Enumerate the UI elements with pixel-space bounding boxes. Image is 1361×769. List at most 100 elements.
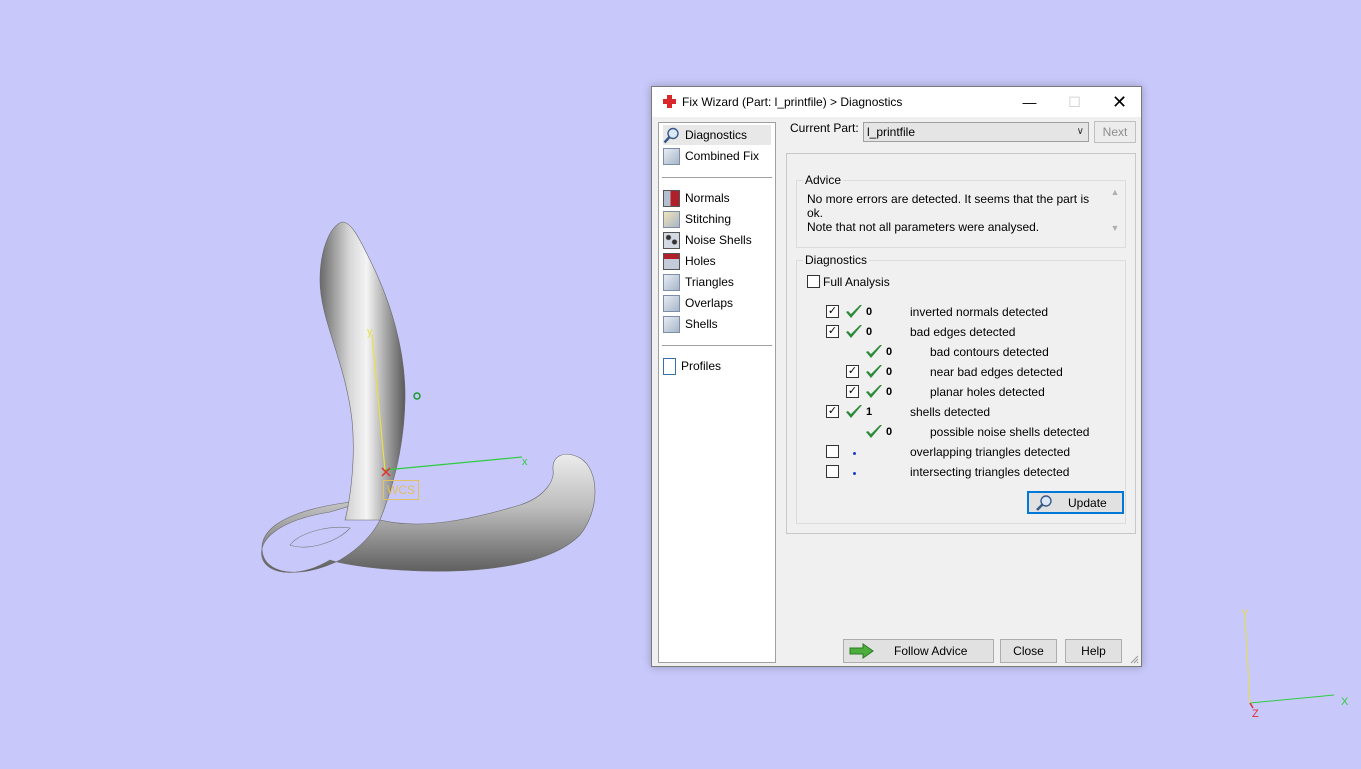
close-button[interactable]: Close [1000, 639, 1057, 663]
nav-item-combined-fix[interactable]: Combined Fix [663, 146, 771, 166]
noise-shells-icon [663, 231, 680, 249]
diagnostic-label: planar holes detected [930, 385, 1045, 399]
nav-item-label: Noise Shells [685, 233, 752, 247]
nav-item-label: Profiles [681, 359, 722, 373]
holes-icon [663, 252, 680, 270]
nav-item-label: Overlaps [685, 296, 734, 310]
maximize-button[interactable]: ☐ [1052, 87, 1097, 117]
pending-dot-icon [853, 452, 856, 455]
diagnostic-count: 1 [866, 406, 873, 418]
diagnostic-checkbox[interactable]: ✓ [826, 305, 839, 318]
nav-item-label: Triangles [685, 275, 734, 289]
corner-x-axis-label: X [1341, 696, 1349, 708]
pivot-point-icon[interactable] [413, 392, 421, 400]
diagnostic-checkbox[interactable] [826, 465, 839, 478]
nav-item-label: Diagnostics [685, 128, 748, 142]
window-title: Fix Wizard (Part: l_printfile) > Diagnos… [682, 95, 903, 109]
shells-icon [663, 315, 680, 333]
corner-axes-gizmo [1244, 616, 1335, 709]
full-analysis-label: Full Analysis [823, 275, 890, 289]
nav-item-overlaps[interactable]: Overlaps [663, 293, 771, 313]
nav-item-triangles[interactable]: Triangles [663, 272, 771, 292]
diagnostic-row: 0 possible noise shells detected [797, 423, 1117, 443]
diagnostic-checkbox[interactable] [826, 445, 839, 458]
help-button[interactable]: Help [1065, 639, 1122, 663]
check-icon [846, 305, 862, 318]
diagnostic-count: 0 [866, 326, 873, 338]
nav-item-stitching[interactable]: Stitching [663, 209, 771, 229]
nav-item-label: Combined Fix [685, 149, 760, 163]
nav-divider [662, 177, 772, 178]
check-icon [846, 405, 862, 418]
model-loop-inner [289, 527, 351, 548]
check-icon [866, 425, 882, 438]
update-button[interactable]: Update [1027, 491, 1124, 514]
nav-item-holes[interactable]: Holes [663, 251, 771, 271]
scroll-down-icon[interactable]: ▼ [1109, 223, 1121, 233]
diagnostic-count: 0 [886, 366, 893, 378]
nav-item-profiles[interactable]: Profiles [663, 356, 771, 376]
advice-line: Note that not all parameters were analys… [807, 220, 1040, 234]
object-y-axis-label: y [367, 326, 373, 338]
corner-y-axis-label: Y [1241, 608, 1249, 620]
close-window-button[interactable]: ✕ [1097, 87, 1142, 117]
diagnostics-panel: Advice No more errors are detected. It s… [786, 153, 1136, 534]
advice-title: Advice [803, 173, 844, 187]
diagnostic-checkbox[interactable]: ✓ [846, 385, 859, 398]
corner-z-axis-label: Z [1252, 708, 1259, 720]
chevron-down-icon: ∨ [1076, 126, 1084, 137]
nav-item-label: Stitching [685, 212, 732, 226]
advice-scrollbar[interactable]: ▲ ▼ [1109, 187, 1121, 239]
part-model[interactable] [261, 221, 596, 573]
follow-advice-button[interactable]: Follow Advice [843, 639, 994, 663]
diagnostic-label: inverted normals detected [910, 305, 1049, 319]
diagnostic-count: 0 [886, 426, 893, 438]
diagnostic-row: ✓ 1 shells detected [797, 403, 1117, 423]
nav-item-label: Normals [685, 191, 730, 205]
full-analysis-checkbox[interactable] [807, 275, 820, 288]
nav-item-shells[interactable]: Shells [663, 314, 771, 334]
diagnostics-group: Diagnostics Full Analysis ✓ 0 inverted nor… [796, 253, 1126, 524]
pending-dot-icon [853, 472, 856, 475]
combined-fix-icon [663, 147, 680, 165]
diagnostic-label: bad contours detected [930, 345, 1049, 359]
current-part-value: l_printfile [867, 125, 916, 139]
diagnostic-row: ✓ 0 planar holes detected [797, 383, 1117, 403]
diagnostic-label: intersecting triangles detected [910, 465, 1070, 479]
nav-item-diagnostics[interactable]: Diagnostics [663, 125, 771, 145]
diagnostic-label: possible noise shells detected [930, 425, 1090, 439]
follow-advice-label: Follow Advice [894, 644, 968, 658]
overlaps-icon [663, 294, 680, 312]
diagnostic-row: ✓ 0 near bad edges detected [797, 363, 1117, 383]
diagnostic-row: 0 bad contours detected [797, 343, 1117, 363]
arrow-right-icon [849, 643, 874, 659]
minimize-button[interactable]: — [1007, 87, 1052, 117]
advice-line: No more errors are detected. It seems th… [807, 192, 1090, 220]
check-icon [846, 325, 862, 338]
diagnostic-count: 0 [886, 386, 893, 398]
diagnostic-checkbox[interactable]: ✓ [826, 325, 839, 338]
update-label: Update [1068, 496, 1107, 510]
diagnostic-count: 0 [886, 346, 893, 358]
model-base-loop [261, 454, 596, 573]
diagnostic-checkbox[interactable]: ✓ [846, 365, 859, 378]
nav-item-normals[interactable]: Normals [663, 188, 771, 208]
wcs-label: WCS [383, 480, 419, 500]
fix-wizard-dialog: Fix Wizard (Part: l_printfile) > Diagnos… [651, 86, 1142, 667]
diagnostic-row: ✓ 0 inverted normals detected [797, 303, 1117, 323]
diagnostic-checkbox[interactable]: ✓ [826, 405, 839, 418]
diagnostic-label: overlapping triangles detected [910, 445, 1071, 459]
current-part-select[interactable]: l_printfile ∨ [863, 122, 1089, 142]
diagnostic-row: ✓ 0 bad edges detected [797, 323, 1117, 343]
model-upright [319, 221, 406, 521]
magnifier-icon [1036, 495, 1052, 511]
nav-item-noise-shells[interactable]: Noise Shells [663, 230, 771, 250]
title-bar[interactable]: Fix Wizard (Part: l_printfile) > Diagnos… [652, 87, 1141, 117]
resize-grip-icon[interactable] [1129, 654, 1139, 664]
advice-text: No more errors are detected. It seems th… [807, 192, 1102, 240]
scroll-up-icon[interactable]: ▲ [1109, 187, 1121, 197]
diagnostic-count: 0 [866, 306, 873, 318]
object-x-axis-label: x [522, 456, 528, 468]
next-button[interactable]: Next [1094, 121, 1136, 143]
nav-item-label: Shells [685, 317, 718, 331]
